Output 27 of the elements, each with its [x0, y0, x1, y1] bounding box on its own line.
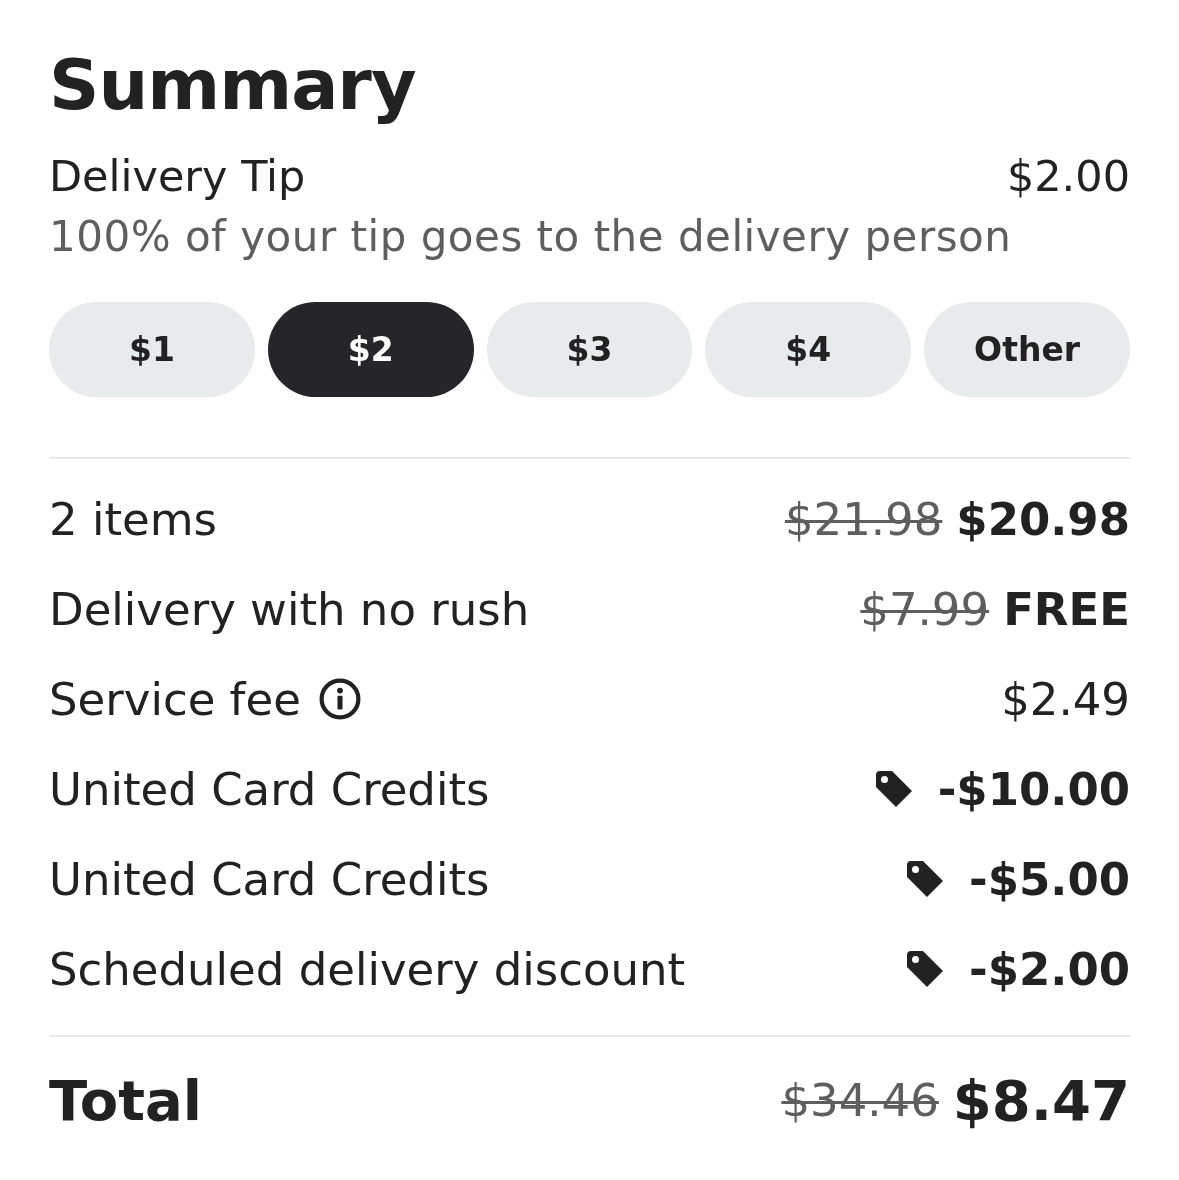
tip-amount: $2.00 [1006, 151, 1130, 201]
total-label: Total [49, 1067, 202, 1133]
line-item-price: FREE [1003, 582, 1130, 636]
summary-title: Summary [49, 43, 416, 128]
tip-option-button[interactable]: $3 [486, 302, 693, 397]
tip-option-button[interactable]: $2 [267, 302, 474, 397]
total-price: $8.47 [952, 1067, 1130, 1133]
line-item-price: $20.98 [956, 492, 1130, 546]
line-item-label: United Card Credits [49, 762, 490, 816]
tip-label: Delivery Tip [49, 151, 306, 201]
tip-option-button[interactable]: Other [924, 302, 1130, 397]
line-item-label: 2 items [49, 492, 218, 546]
line-item-price: -$10.00 [937, 762, 1130, 816]
original-price: $21.98 [784, 492, 943, 546]
line-item-label: Delivery with no rush [49, 582, 530, 636]
line-item-price: $2.49 [1001, 672, 1130, 726]
line-item-label: Service fee [49, 672, 301, 726]
line-item-label: United Card Credits [49, 852, 490, 906]
original-price: $7.99 [860, 582, 990, 636]
line-item-price: -$5.00 [969, 852, 1130, 906]
tip-option-button[interactable]: $4 [705, 302, 912, 397]
info-icon[interactable] [318, 678, 361, 720]
line-item-price: -$2.00 [969, 942, 1130, 996]
tip-option-button[interactable]: $1 [49, 302, 255, 397]
tip-note: 100% of your tip goes to the delivery person [49, 211, 1012, 263]
original-total-price: $34.46 [781, 1073, 939, 1127]
line-item-label: Scheduled delivery discount [49, 942, 686, 996]
